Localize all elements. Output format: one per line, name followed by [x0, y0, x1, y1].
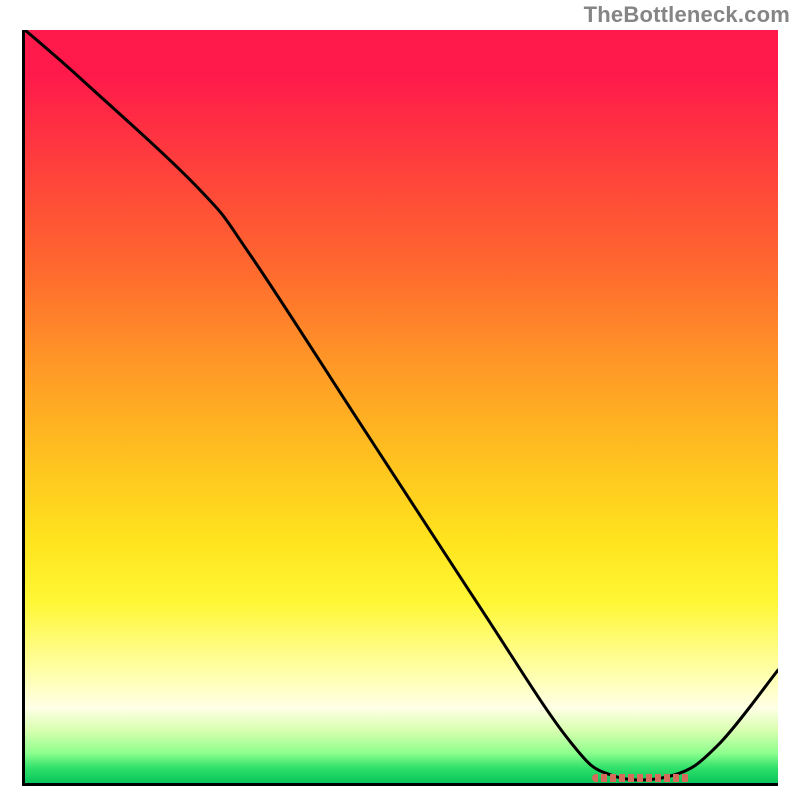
- valley-marker: [592, 774, 690, 782]
- bottleneck-curve: [25, 30, 778, 783]
- watermark-text: TheBottleneck.com: [584, 2, 790, 28]
- chart-canvas: TheBottleneck.com: [0, 0, 800, 800]
- plot-area: [22, 30, 778, 786]
